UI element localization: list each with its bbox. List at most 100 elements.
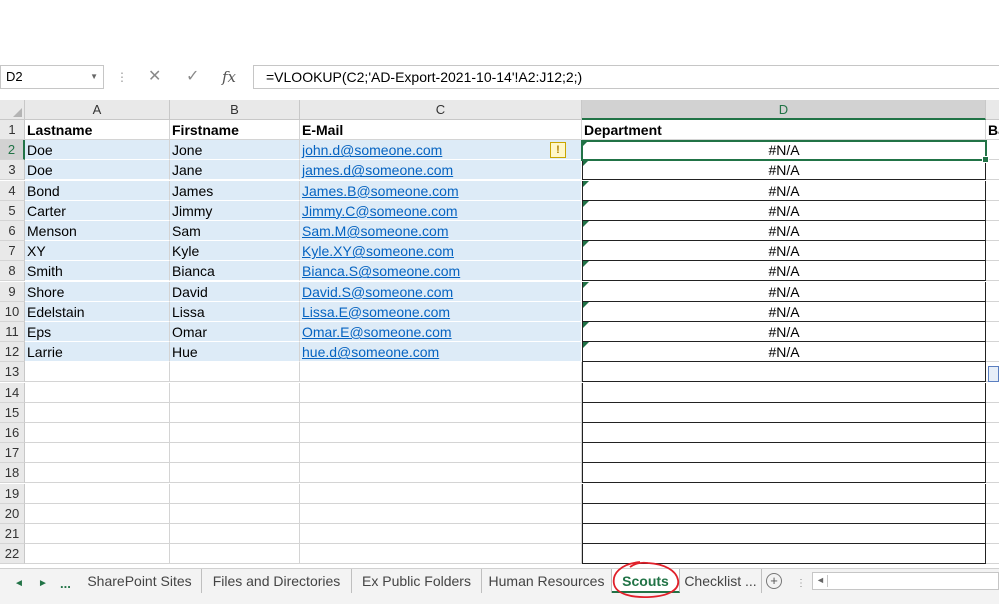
row-header[interactable]: 9: [0, 281, 25, 302]
cell-email[interactable]: [300, 402, 582, 423]
cell-e[interactable]: [986, 463, 999, 484]
cell-e[interactable]: [986, 403, 999, 423]
cell-department[interactable]: #N/A: [582, 281, 986, 302]
header-cell[interactable]: Department: [582, 120, 986, 140]
cell-lastname[interactable]: [25, 463, 170, 484]
cell-email[interactable]: Bianca.S@someone.com: [300, 261, 582, 282]
cell-firstname[interactable]: Jimmy: [170, 200, 300, 221]
cell-firstname[interactable]: Jane: [170, 160, 300, 181]
cell-lastname[interactable]: Shore: [25, 281, 170, 302]
cell-email[interactable]: [300, 483, 582, 504]
row-header[interactable]: 1: [0, 120, 25, 140]
cell-e[interactable]: [986, 201, 999, 221]
cell-lastname[interactable]: [25, 402, 170, 423]
row-header[interactable]: 22: [0, 544, 25, 565]
cell-lastname[interactable]: Doe: [25, 140, 170, 161]
cell-firstname[interactable]: Lissa: [170, 301, 300, 322]
cell-firstname[interactable]: Bianca: [170, 261, 300, 282]
cell-lastname[interactable]: Smith: [25, 261, 170, 282]
cell-department[interactable]: [582, 402, 986, 423]
column-header-e[interactable]: [986, 100, 999, 120]
cell-department[interactable]: [582, 483, 986, 504]
cell-e[interactable]: [986, 261, 999, 282]
plus-circle-icon[interactable]: +: [766, 573, 782, 589]
cell-firstname[interactable]: Kyle: [170, 241, 300, 262]
cell-lastname[interactable]: [25, 362, 170, 383]
cell-department[interactable]: [582, 382, 986, 403]
cell-e[interactable]: [986, 160, 999, 181]
scroll-left-icon[interactable]: ◄: [816, 575, 825, 585]
row-header[interactable]: 3: [0, 160, 25, 181]
cell-firstname[interactable]: James: [170, 180, 300, 201]
cell-lastname[interactable]: [25, 443, 170, 464]
row-header[interactable]: 16: [0, 423, 25, 443]
header-cell[interactable]: Firstname: [170, 120, 300, 140]
cell-email[interactable]: David.S@someone.com: [300, 281, 582, 302]
header-cell[interactable]: E-Mail: [300, 120, 582, 140]
cell-lastname[interactable]: Doe: [25, 160, 170, 181]
chevron-down-icon[interactable]: ▼: [90, 66, 98, 88]
cell-department[interactable]: #N/A: [582, 322, 986, 342]
checkmark-icon[interactable]: ✓: [186, 66, 199, 88]
row-header[interactable]: 11: [0, 322, 25, 342]
cell-email[interactable]: hue.d@someone.com: [300, 342, 582, 363]
paste-options-icon[interactable]: [988, 366, 999, 382]
row-header[interactable]: 14: [0, 382, 25, 403]
row-header[interactable]: 8: [0, 261, 25, 282]
sheet-tab[interactable]: Files and Directories: [202, 569, 352, 593]
cell-department[interactable]: #N/A: [582, 200, 986, 221]
cell-department[interactable]: #N/A: [582, 342, 986, 363]
cell-firstname[interactable]: Jone: [170, 140, 300, 161]
cell-department[interactable]: #N/A: [582, 301, 986, 322]
row-header[interactable]: 13: [0, 362, 25, 383]
formula-input[interactable]: =VLOOKUP(C2;'AD-Export-2021-10-14'!A2:J1…: [253, 65, 999, 89]
cell-department[interactable]: [582, 524, 986, 544]
cell-firstname[interactable]: [170, 443, 300, 464]
sheet-tab[interactable]: Ex Public Folders: [352, 569, 482, 593]
active-cell-outline[interactable]: [581, 140, 989, 164]
cell-department[interactable]: [582, 423, 986, 443]
header-cell[interactable]: Lastname: [25, 120, 170, 140]
column-header-c[interactable]: C: [300, 100, 582, 120]
cell-firstname[interactable]: [170, 524, 300, 544]
cell-firstname[interactable]: [170, 463, 300, 484]
cell-firstname[interactable]: Omar: [170, 322, 300, 342]
cell-email[interactable]: James.B@someone.com: [300, 180, 582, 201]
cell-e[interactable]: [986, 302, 999, 322]
cell-firstname[interactable]: David: [170, 281, 300, 302]
row-header[interactable]: 18: [0, 463, 25, 484]
cell-email[interactable]: Sam.M@someone.com: [300, 221, 582, 241]
row-header[interactable]: 17: [0, 443, 25, 464]
cell-lastname[interactable]: Bond: [25, 180, 170, 201]
cell-e[interactable]: [986, 282, 999, 302]
cell-lastname[interactable]: [25, 382, 170, 403]
cell-department[interactable]: #N/A: [582, 180, 986, 201]
sheet-tab[interactable]: Human Resources: [482, 569, 612, 593]
column-header-a[interactable]: A: [25, 100, 170, 120]
row-header[interactable]: 20: [0, 503, 25, 524]
cell-email[interactable]: [300, 544, 582, 565]
cell-e[interactable]: [986, 504, 999, 524]
cell-e[interactable]: [986, 423, 999, 443]
cell-email[interactable]: [300, 463, 582, 484]
cell-e[interactable]: [986, 342, 999, 363]
cell-department[interactable]: #N/A: [582, 160, 986, 181]
sheet-tab[interactable]: Checklist ...: [680, 569, 762, 593]
cell-firstname[interactable]: [170, 402, 300, 423]
scroll-tabs-left-icon[interactable]: ◄: [14, 576, 24, 592]
cell-lastname[interactable]: Edelstain: [25, 301, 170, 322]
cell-e[interactable]: [986, 484, 999, 504]
row-header[interactable]: 4: [0, 180, 25, 201]
row-header[interactable]: 7: [0, 241, 25, 262]
row-header[interactable]: 15: [0, 402, 25, 423]
cell-firstname[interactable]: [170, 382, 300, 403]
row-header[interactable]: 19: [0, 483, 25, 504]
cell-firstname[interactable]: [170, 362, 300, 383]
cell-department[interactable]: #N/A: [582, 241, 986, 262]
cell-firstname[interactable]: [170, 544, 300, 565]
column-header-b[interactable]: B: [170, 100, 300, 120]
cell-e[interactable]: [986, 221, 999, 241]
cell-lastname[interactable]: Carter: [25, 200, 170, 221]
cell-department[interactable]: #N/A: [582, 261, 986, 282]
cell-email[interactable]: Omar.E@someone.com: [300, 322, 582, 342]
